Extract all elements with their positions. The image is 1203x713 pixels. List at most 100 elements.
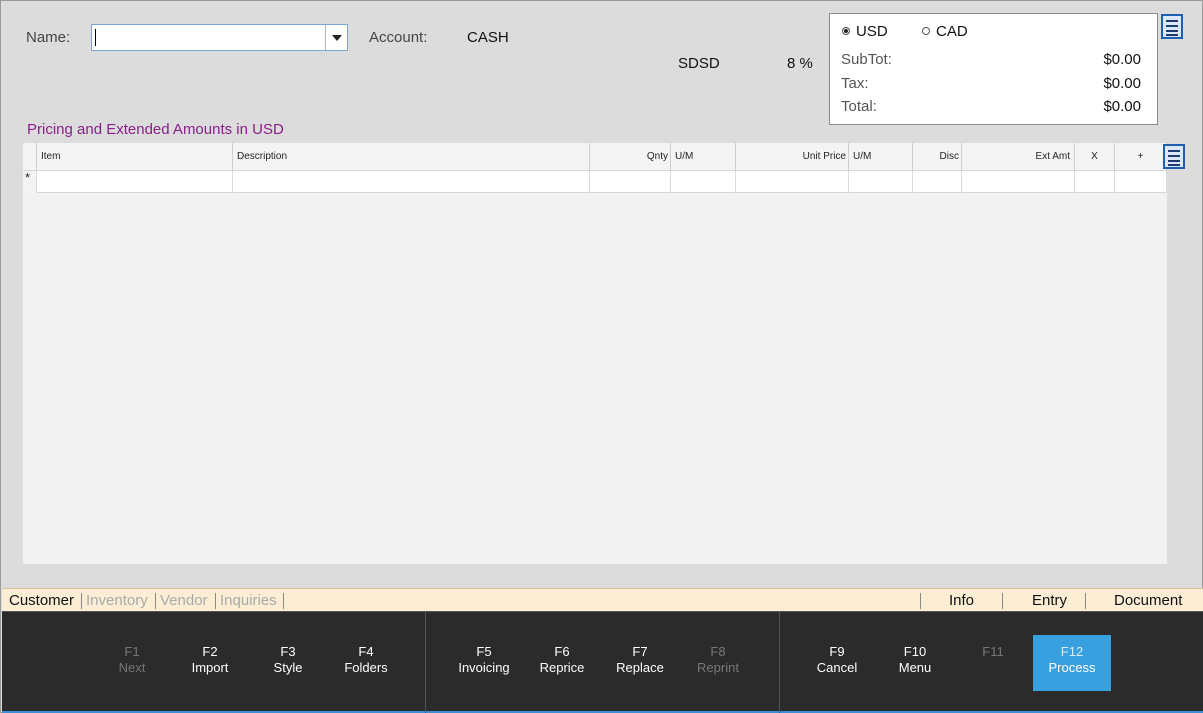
radio-selected-icon bbox=[842, 27, 850, 35]
f1-label: Next bbox=[118, 660, 146, 675]
subtotal-value: $0.00 bbox=[1103, 51, 1141, 68]
tab-document[interactable]: Document bbox=[1114, 592, 1182, 609]
tab-divider bbox=[283, 593, 284, 609]
cell-disc[interactable] bbox=[913, 171, 962, 193]
tax-label: Tax: bbox=[841, 75, 869, 92]
f5-invoicing-button[interactable]: F5 Invoicing bbox=[445, 635, 523, 691]
row-selector[interactable]: * bbox=[23, 170, 37, 193]
pricing-section-title: Pricing and Extended Amounts in USD bbox=[27, 121, 284, 138]
f7-label: Replace bbox=[616, 660, 664, 675]
line-items-grid: Item Description Qnty U/M Unit Price U/M… bbox=[23, 143, 1167, 564]
f11-key: F11 bbox=[982, 644, 1004, 659]
invoice-entry-window: Name: Account: CASH SDSD 8 % USD CAD Sub… bbox=[0, 0, 1203, 713]
chevron-down-icon[interactable] bbox=[325, 25, 347, 50]
f12-process-button[interactable]: F12 Process bbox=[1033, 635, 1111, 691]
column-header-qnty[interactable]: Qnty bbox=[590, 143, 671, 171]
new-row-marker: * bbox=[25, 170, 31, 185]
subtotal-label: SubTot: bbox=[841, 51, 892, 68]
f10-menu-button[interactable]: F10 Menu bbox=[876, 635, 954, 691]
f8-reprint-button[interactable]: F8 Reprint bbox=[679, 635, 757, 691]
hamburger-menu-icon[interactable] bbox=[1163, 144, 1185, 169]
name-label: Name: bbox=[26, 29, 71, 46]
f7-replace-button[interactable]: F7 Replace bbox=[601, 635, 679, 691]
column-header-price-um[interactable]: U/M bbox=[849, 143, 913, 171]
fkey-group-divider bbox=[779, 612, 780, 713]
column-header-um[interactable]: U/M bbox=[671, 143, 736, 171]
tab-divider bbox=[215, 593, 216, 609]
f5-label: Invoicing bbox=[458, 660, 510, 675]
currency-radio-usd[interactable]: USD bbox=[842, 23, 888, 40]
cell-price-um[interactable] bbox=[849, 171, 913, 193]
f4-folders-button[interactable]: F4 Folders bbox=[327, 635, 405, 691]
totals-panel: USD CAD SubTot: $0.00 Tax: $0.00 Total: … bbox=[829, 13, 1158, 125]
f12-key: F12 bbox=[1060, 644, 1084, 659]
cell-ext-amt[interactable] bbox=[962, 171, 1075, 193]
f9-label: Cancel bbox=[816, 660, 858, 675]
column-header-plus[interactable]: + bbox=[1115, 143, 1167, 171]
tab-vendor[interactable]: Vendor bbox=[160, 592, 208, 609]
currency-usd-label: USD bbox=[856, 23, 888, 40]
f12-label: Process bbox=[1048, 660, 1096, 675]
column-header-description[interactable]: Description bbox=[233, 143, 590, 171]
column-header-disc[interactable]: Disc bbox=[913, 143, 962, 171]
hamburger-menu-icon[interactable] bbox=[1161, 14, 1183, 39]
new-item-row[interactable]: * bbox=[23, 170, 1167, 193]
text-cursor bbox=[95, 29, 96, 46]
f3-style-button[interactable]: F3 Style bbox=[249, 635, 327, 691]
total-value: $0.00 bbox=[1103, 98, 1141, 115]
f6-label: Reprice bbox=[539, 660, 585, 675]
tax-code: SDSD bbox=[678, 55, 720, 72]
radio-unselected-icon bbox=[922, 27, 930, 35]
cell-unit-price[interactable] bbox=[736, 171, 849, 193]
f8-key: F8 bbox=[710, 644, 726, 659]
f6-key: F6 bbox=[554, 644, 570, 659]
tax-rate: 8 % bbox=[787, 55, 813, 72]
cell-item[interactable] bbox=[37, 171, 233, 193]
f3-key: F3 bbox=[280, 644, 296, 659]
f1-next-button[interactable]: F1 Next bbox=[93, 635, 171, 691]
currency-radio-cad[interactable]: CAD bbox=[922, 23, 968, 40]
tab-inventory[interactable]: Inventory bbox=[86, 592, 148, 609]
cell-plus[interactable] bbox=[1115, 171, 1167, 193]
tax-value: $0.00 bbox=[1103, 75, 1141, 92]
tab-divider bbox=[155, 593, 156, 609]
column-header-x[interactable]: X bbox=[1075, 143, 1115, 171]
tab-divider bbox=[81, 593, 82, 609]
tab-customer[interactable]: Customer bbox=[9, 592, 74, 609]
f6-reprice-button[interactable]: F6 Reprice bbox=[523, 635, 601, 691]
f9-key: F9 bbox=[829, 644, 845, 659]
f10-label: Menu bbox=[898, 660, 932, 675]
tab-info[interactable]: Info bbox=[949, 592, 974, 609]
column-header-item[interactable]: Item bbox=[37, 143, 233, 171]
tab-entry[interactable]: Entry bbox=[1032, 592, 1067, 609]
total-label: Total: bbox=[841, 98, 877, 115]
tab-divider bbox=[1002, 593, 1003, 609]
f2-label: Import bbox=[191, 660, 229, 675]
cell-qnty[interactable] bbox=[590, 171, 671, 193]
f9-cancel-button[interactable]: F9 Cancel bbox=[798, 635, 876, 691]
tab-inquiries[interactable]: Inquiries bbox=[220, 592, 277, 609]
currency-cad-label: CAD bbox=[936, 23, 968, 40]
cell-x[interactable] bbox=[1075, 171, 1115, 193]
cell-um[interactable] bbox=[671, 171, 736, 193]
f2-key: F2 bbox=[202, 644, 218, 659]
f1-key: F1 bbox=[124, 644, 140, 659]
f5-key: F5 bbox=[476, 644, 492, 659]
account-label: Account: bbox=[369, 29, 428, 46]
f8-label: Reprint bbox=[697, 660, 739, 675]
column-header-ext-amt[interactable]: Ext Amt bbox=[962, 143, 1075, 171]
account-value: CASH bbox=[467, 29, 509, 46]
f11-button[interactable]: F11 bbox=[954, 635, 1032, 691]
f4-label: Folders bbox=[344, 660, 388, 675]
name-combobox[interactable] bbox=[91, 24, 348, 51]
grid-header: Item Description Qnty U/M Unit Price U/M… bbox=[23, 143, 1167, 171]
module-tabs-bar: Customer Inventory Vendor Inquiries Info… bbox=[2, 588, 1203, 612]
f4-key: F4 bbox=[358, 644, 374, 659]
column-header-unit-price[interactable]: Unit Price bbox=[736, 143, 849, 171]
fkey-group-divider bbox=[425, 612, 426, 713]
f3-label: Style bbox=[273, 660, 303, 675]
cell-description[interactable] bbox=[233, 171, 590, 193]
f2-import-button[interactable]: F2 Import bbox=[171, 635, 249, 691]
function-key-bar: F1 Next F2 Import F3 Style F4 Folders F5… bbox=[2, 612, 1203, 713]
f7-key: F7 bbox=[632, 644, 648, 659]
